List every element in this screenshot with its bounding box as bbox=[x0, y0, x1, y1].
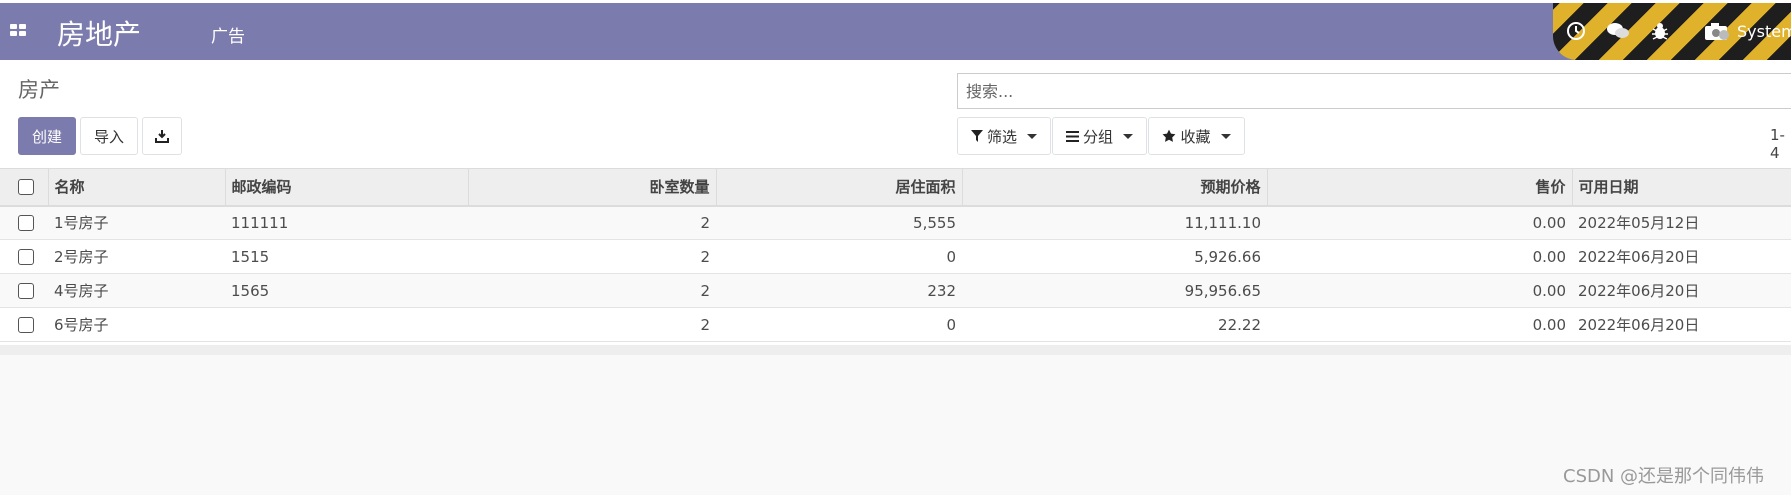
filter-button[interactable]: 筛选 bbox=[957, 117, 1051, 155]
cell-date: 2022年06月20日 bbox=[1572, 239, 1791, 274]
table-row[interactable]: 6号房子 2 0 22.22 0.00 2022年06月20日 bbox=[0, 307, 1791, 342]
user-menu[interactable]: System bbox=[1737, 22, 1791, 41]
groupby-label: 分组 bbox=[1082, 128, 1113, 146]
select-all-checkbox[interactable] bbox=[18, 178, 34, 195]
groupby-button[interactable]: 分组 bbox=[1052, 117, 1147, 155]
cell-bedrooms: 2 bbox=[468, 239, 716, 274]
favorites-button[interactable]: 收藏 bbox=[1148, 117, 1245, 155]
watermark: CSDN @还是那个同伟伟 bbox=[1563, 466, 1765, 487]
create-button[interactable]: 创建 bbox=[18, 117, 76, 155]
column-header-postcode[interactable]: 邮政编码 bbox=[225, 168, 469, 207]
cell-postcode: 1565 bbox=[225, 273, 468, 308]
cell-expected-price: 5,926.66 bbox=[962, 239, 1267, 274]
column-header-name[interactable]: 名称 bbox=[48, 168, 226, 207]
column-header-expected-price[interactable]: 预期价格 bbox=[962, 168, 1268, 207]
row-checkbox[interactable] bbox=[18, 316, 34, 333]
filter-label: 筛选 bbox=[986, 128, 1017, 146]
row-checkbox[interactable] bbox=[18, 282, 34, 299]
cell-selling-price: 0.00 bbox=[1267, 205, 1572, 240]
star-icon bbox=[1163, 129, 1176, 142]
table-footer bbox=[0, 345, 1791, 355]
cell-expected-price: 95,956.65 bbox=[962, 273, 1267, 308]
search-input[interactable] bbox=[957, 73, 1791, 109]
cell-name: 6号房子 bbox=[48, 307, 225, 342]
select-all-header[interactable] bbox=[0, 168, 49, 207]
menu-item-ads[interactable]: 广告 bbox=[211, 22, 245, 47]
breadcrumb: 房产 bbox=[18, 78, 60, 102]
cell-selling-price: 0.00 bbox=[1267, 273, 1572, 308]
cell-selling-price: 0.00 bbox=[1267, 239, 1572, 274]
cell-name: 2号房子 bbox=[48, 239, 225, 274]
clock-icon[interactable] bbox=[1566, 21, 1586, 46]
cell-bedrooms: 2 bbox=[468, 205, 716, 240]
cell-living-area: 232 bbox=[716, 273, 962, 308]
cell-bedrooms: 2 bbox=[468, 307, 716, 342]
cell-bedrooms: 2 bbox=[468, 273, 716, 308]
pager-value[interactable]: 1-4 bbox=[1770, 126, 1791, 162]
cell-selling-price: 0.00 bbox=[1267, 307, 1572, 342]
cell-date: 2022年05月12日 bbox=[1572, 205, 1791, 240]
cell-living-area: 0 bbox=[716, 239, 962, 274]
cell-expected-price: 11,111.10 bbox=[962, 205, 1267, 240]
app-brand[interactable]: 房地产 bbox=[57, 13, 141, 53]
chat-icon[interactable] bbox=[1606, 21, 1630, 46]
column-header-selling-price[interactable]: 售价 bbox=[1267, 168, 1573, 207]
column-header-living-area[interactable]: 居住面积 bbox=[716, 168, 963, 207]
column-header-bedrooms[interactable]: 卧室数量 bbox=[468, 168, 717, 207]
filter-icon bbox=[970, 130, 983, 142]
cell-living-area: 0 bbox=[716, 307, 962, 342]
bug-icon[interactable] bbox=[1651, 21, 1669, 46]
table-row[interactable]: 2号房子 1515 2 0 5,926.66 0.00 2022年06月20日 bbox=[0, 239, 1791, 274]
download-icon bbox=[155, 130, 169, 143]
cell-date: 2022年06月20日 bbox=[1572, 307, 1791, 342]
cell-postcode: 111111 bbox=[225, 205, 468, 240]
cell-name: 1号房子 bbox=[48, 205, 225, 240]
list-view: 名称 邮政编码 卧室数量 居住面积 预期价格 售价 可用日期 1号房子 1111… bbox=[0, 168, 1791, 342]
row-checkbox[interactable] bbox=[18, 214, 34, 231]
cell-name: 4号房子 bbox=[48, 273, 225, 308]
cell-date: 2022年06月20日 bbox=[1572, 273, 1791, 308]
column-header-date[interactable]: 可用日期 bbox=[1572, 168, 1791, 207]
top-navbar: 房地产 广告 System bbox=[0, 3, 1791, 60]
list-icon bbox=[1065, 130, 1079, 142]
table-row[interactable]: 4号房子 1565 2 232 95,956.65 0.00 2022年06月2… bbox=[0, 273, 1791, 308]
content-background bbox=[0, 355, 1791, 495]
favorites-label: 收藏 bbox=[1180, 128, 1211, 146]
row-checkbox[interactable] bbox=[18, 248, 34, 265]
apps-icon[interactable] bbox=[10, 24, 26, 36]
cell-postcode bbox=[225, 307, 468, 342]
import-button[interactable]: 导入 bbox=[80, 117, 138, 155]
table-row[interactable]: 1号房子 111111 2 5,555 11,111.10 0.00 2022年… bbox=[0, 205, 1791, 240]
cell-expected-price: 22.22 bbox=[962, 307, 1267, 342]
camera-icon[interactable] bbox=[1704, 21, 1730, 46]
download-button[interactable] bbox=[142, 117, 182, 155]
cell-postcode: 1515 bbox=[225, 239, 468, 274]
cell-living-area: 5,555 bbox=[716, 205, 962, 240]
